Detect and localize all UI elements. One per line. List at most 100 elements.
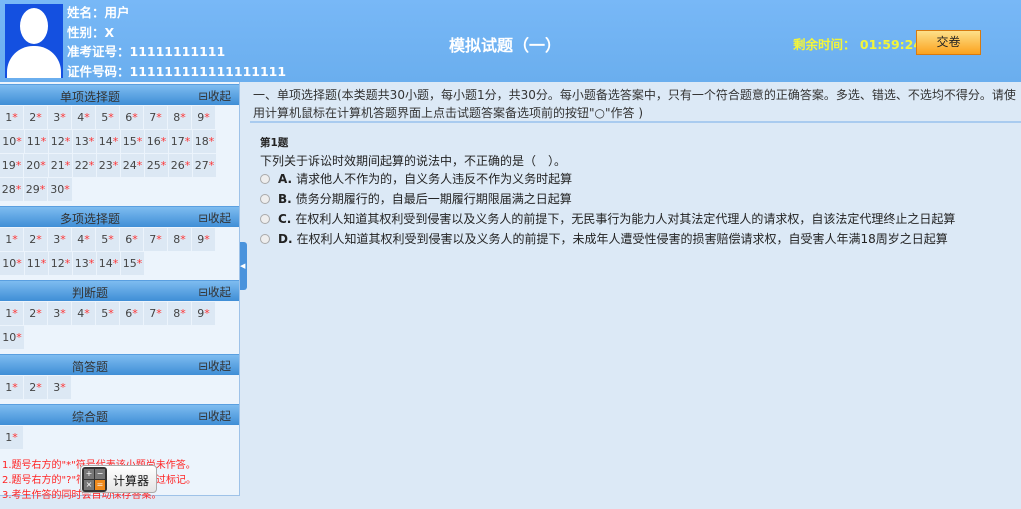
radio-button[interactable] <box>260 174 270 184</box>
collapse-button[interactable]: ⊟收起 <box>198 358 231 374</box>
question-cell[interactable]: 12* <box>49 130 72 153</box>
header: 姓名：用户 性别：X 准考证号：11111111111 证件号码：1111111… <box>0 0 1021 82</box>
question-cell[interactable]: 13* <box>73 130 96 153</box>
question-cell[interactable]: 2* <box>24 302 47 325</box>
question-cell[interactable]: 21* <box>49 154 72 177</box>
question-cell[interactable]: 1* <box>0 302 23 325</box>
question-cell[interactable]: 13* <box>73 252 96 275</box>
question-cell[interactable]: 14* <box>97 130 120 153</box>
question-cell[interactable]: 26* <box>169 154 192 177</box>
unanswered-mark: * <box>40 135 47 148</box>
remaining-time: 剩余时间： 01:59:24 <box>793 34 922 53</box>
question-cell[interactable]: 6* <box>120 106 143 129</box>
option-text: 债务分期履行的，自最后一期履行期限届满之日起算 <box>295 192 572 206</box>
question-grid: 1* <box>0 425 239 452</box>
question-cell[interactable]: 6* <box>120 228 143 251</box>
question-cell[interactable]: 4* <box>72 302 95 325</box>
question-cell[interactable]: 20* <box>24 154 48 177</box>
question-cell[interactable]: 8* <box>168 228 191 251</box>
question-cell[interactable]: 5* <box>96 302 119 325</box>
collapse-button[interactable]: ⊟收起 <box>198 284 231 300</box>
question-cell[interactable]: 30* <box>48 178 72 201</box>
question-cell[interactable]: 7* <box>144 302 167 325</box>
question-cell[interactable]: 6* <box>120 302 143 325</box>
question-cell[interactable]: 2* <box>24 106 47 129</box>
question-cell[interactable]: 3* <box>48 106 71 129</box>
question-cell[interactable]: 9* <box>192 302 215 325</box>
question-cell[interactable]: 10* <box>0 130 24 153</box>
question-cell[interactable]: 5* <box>96 106 119 129</box>
unanswered-mark: * <box>12 307 18 320</box>
question-number: 13 <box>74 257 89 270</box>
question-cell[interactable]: 9* <box>192 106 215 129</box>
question-cell[interactable]: 8* <box>168 302 191 325</box>
unanswered-mark: * <box>64 135 71 148</box>
question-cell[interactable]: 9* <box>192 228 215 251</box>
radio-button[interactable] <box>260 214 270 224</box>
question-cell[interactable]: 14* <box>97 252 120 275</box>
collapse-button[interactable]: ⊟收起 <box>198 88 231 104</box>
question-cell[interactable]: 23* <box>97 154 120 177</box>
question-number: 24 <box>122 159 137 172</box>
question-cell[interactable]: 25* <box>145 154 168 177</box>
question-number: 13 <box>74 135 89 148</box>
section-title: 单项选择题 <box>59 90 120 104</box>
question-cell[interactable]: 1* <box>0 426 23 449</box>
question-number: 29 <box>25 183 40 196</box>
question-cell[interactable]: 15* <box>121 130 144 153</box>
question-cell[interactable]: 2* <box>24 376 47 399</box>
question-number: 10 <box>2 257 17 270</box>
question-cell[interactable]: 3* <box>48 228 71 251</box>
question-cell[interactable]: 1* <box>0 106 23 129</box>
question-cell[interactable]: 12* <box>49 252 72 275</box>
question-cell[interactable]: 10* <box>0 252 24 275</box>
question-cell[interactable]: 16* <box>145 130 168 153</box>
question-cell[interactable]: 7* <box>144 228 167 251</box>
unanswered-mark: * <box>64 183 70 196</box>
unanswered-mark: * <box>60 381 66 394</box>
radio-button[interactable] <box>260 234 270 244</box>
section-title: 综合题 <box>71 410 108 424</box>
question-number: 28 <box>1 183 16 196</box>
answer-option[interactable]: D. 在权利人知道其权利受到侵害以及义务人的前提下，未成年人遭受性侵害的损害赔偿请… <box>260 229 1011 249</box>
answer-option[interactable]: B. 债务分期履行的，自最后一期履行期限届满之日起算 <box>260 189 1011 209</box>
question-cell[interactable]: 11* <box>25 252 48 275</box>
question-cell[interactable]: 7* <box>144 106 167 129</box>
unanswered-mark: * <box>132 111 138 124</box>
question-number: 23 <box>98 159 113 172</box>
question-number: 17 <box>170 135 185 148</box>
submit-button[interactable]: 交卷 <box>916 30 981 55</box>
collapse-button[interactable]: ⊟收起 <box>198 408 231 424</box>
question-cell[interactable]: 3* <box>48 376 71 399</box>
collapse-button[interactable]: ⊟收起 <box>198 210 231 226</box>
question-cell[interactable]: 22* <box>73 154 96 177</box>
question-cell[interactable]: 5* <box>96 228 119 251</box>
question-cell[interactable]: 1* <box>0 376 23 399</box>
unanswered-mark: * <box>60 233 66 246</box>
question-cell[interactable]: 10* <box>0 326 24 349</box>
id-number: 证件号码：111111111111111111 <box>67 63 287 79</box>
answer-option[interactable]: A. 请求他人不作为的，自义务人违反不作为义务时起算 <box>260 169 1011 189</box>
question-cell[interactable]: 4* <box>72 228 95 251</box>
question-cell[interactable]: 2* <box>24 228 47 251</box>
question-cell[interactable]: 1* <box>0 228 23 251</box>
question-cell[interactable]: 8* <box>168 106 191 129</box>
question-cell[interactable]: 18* <box>193 130 216 153</box>
question-cell[interactable]: 28* <box>0 178 23 201</box>
question-cell[interactable]: 15* <box>121 252 144 275</box>
answer-option[interactable]: C. 在权利人知道其权利受到侵害以及义务人的前提下，无民事行为能力人对其法定代理人… <box>260 209 1011 229</box>
calculator-button[interactable]: + − × = 计算器 <box>80 465 157 493</box>
question-number: 14 <box>98 257 113 270</box>
section-header: 单项选择题 ⊟收起 <box>0 84 239 105</box>
question-cell[interactable]: 3* <box>48 302 71 325</box>
collapse-sidebar-handle[interactable]: ◀ <box>240 242 247 290</box>
question-cell[interactable]: 4* <box>72 106 95 129</box>
question-cell[interactable]: 11* <box>25 130 48 153</box>
unanswered-mark: * <box>88 135 95 148</box>
question-cell[interactable]: 17* <box>169 130 192 153</box>
radio-button[interactable] <box>260 194 270 204</box>
question-cell[interactable]: 27* <box>193 154 216 177</box>
question-cell[interactable]: 24* <box>121 154 144 177</box>
question-cell[interactable]: 29* <box>24 178 47 201</box>
question-cell[interactable]: 19* <box>0 154 23 177</box>
